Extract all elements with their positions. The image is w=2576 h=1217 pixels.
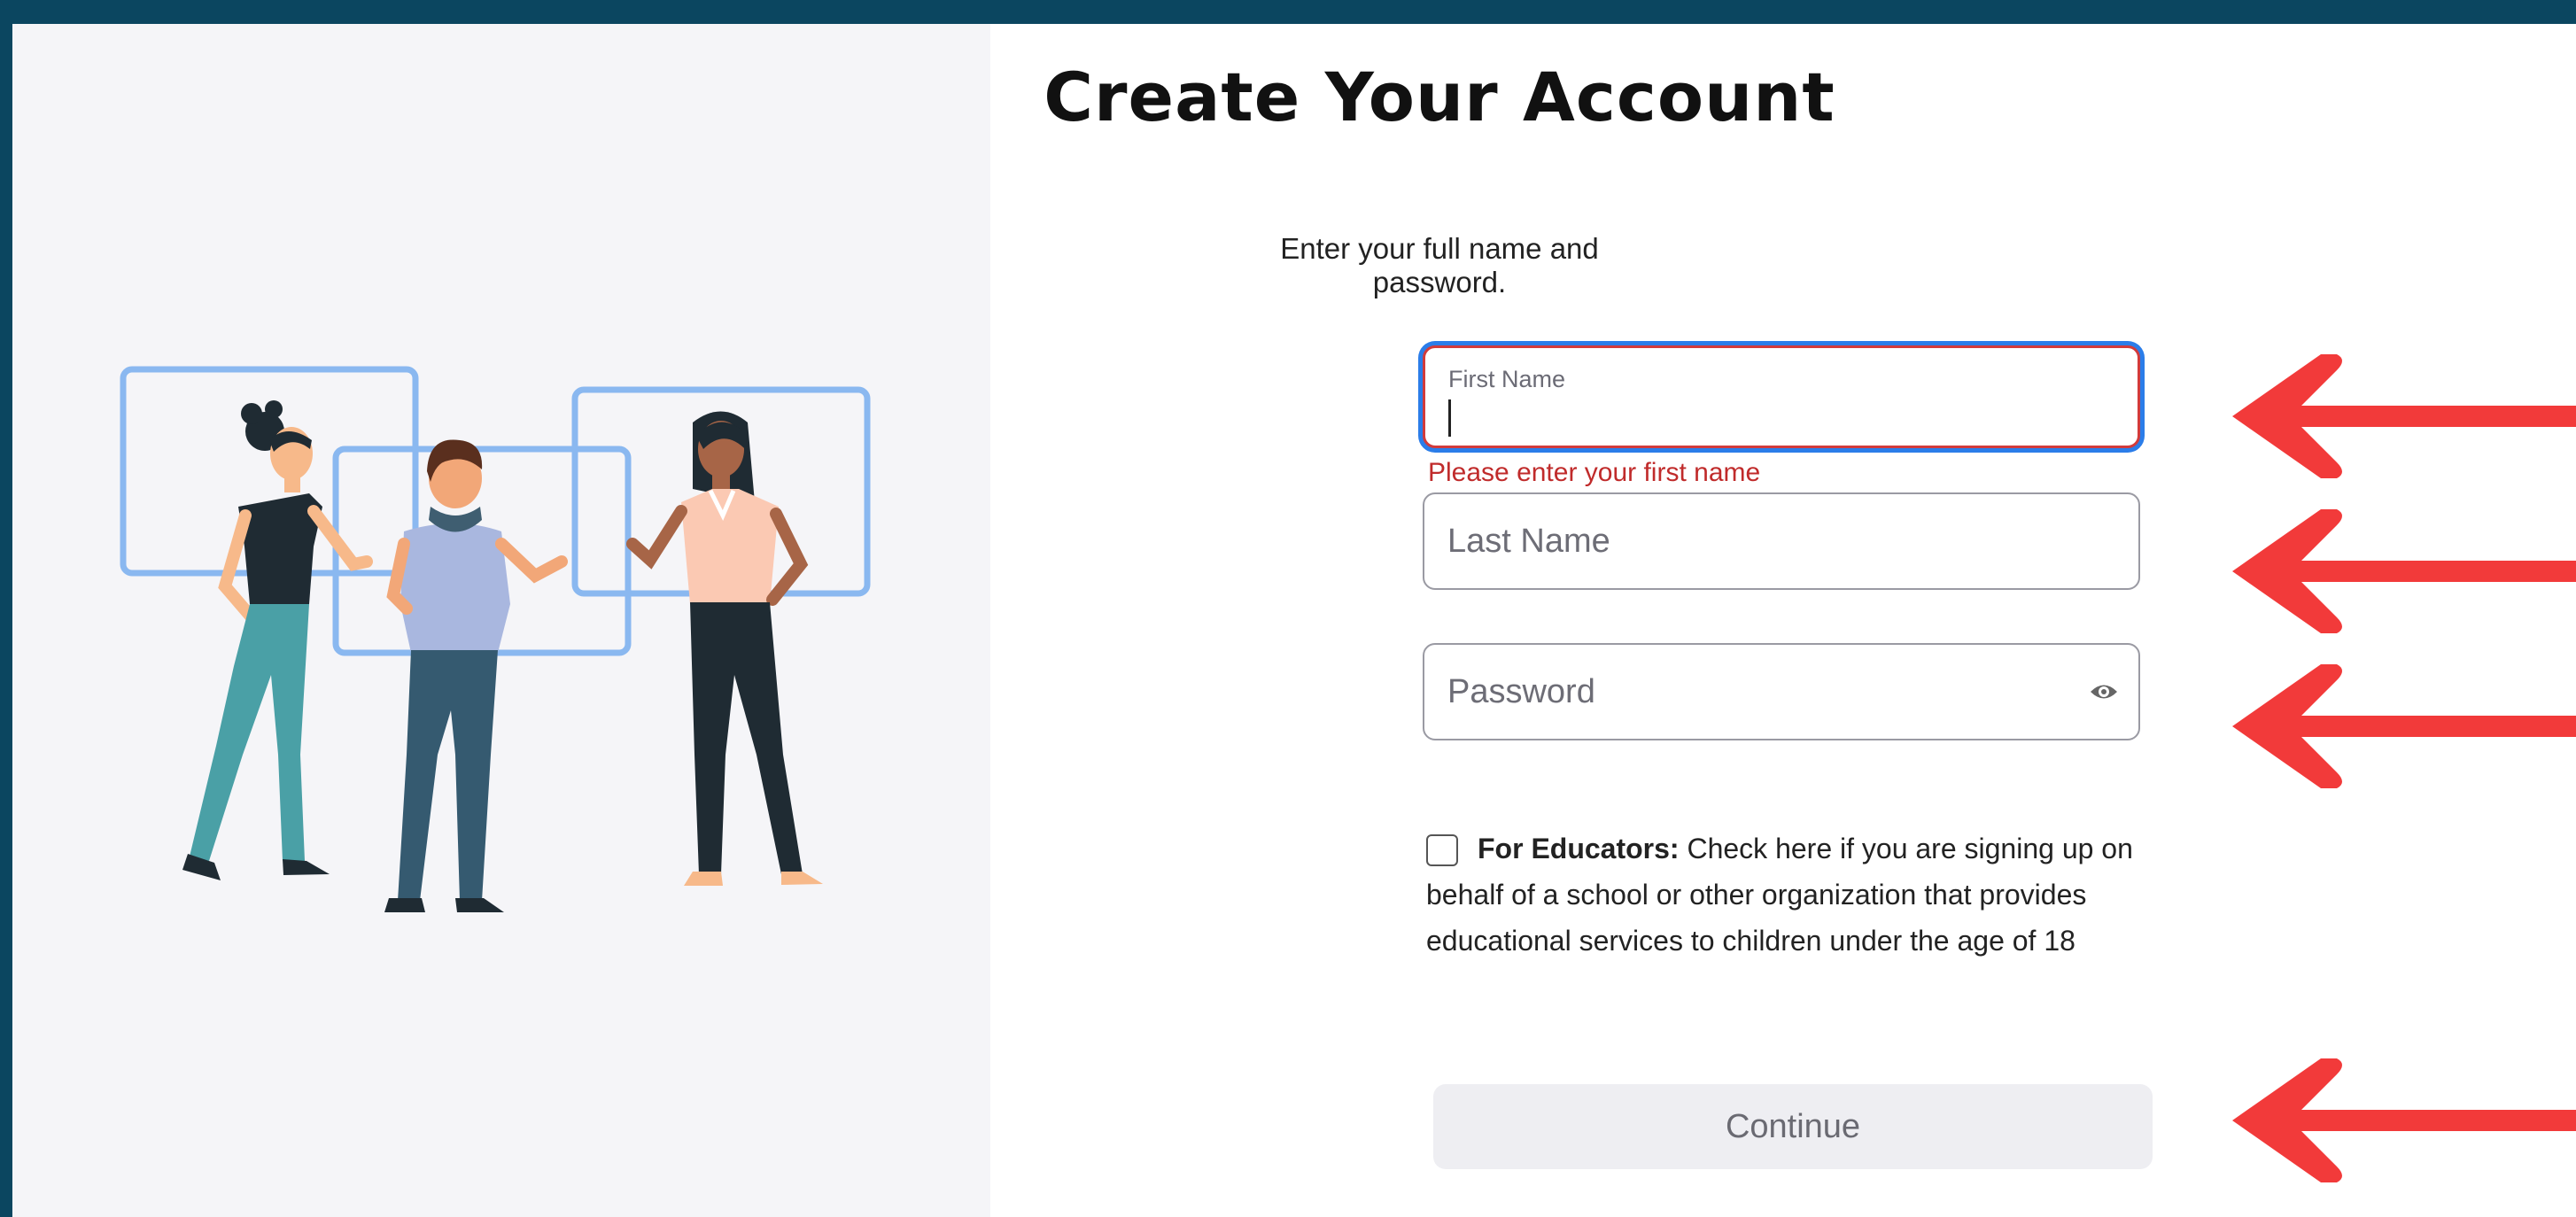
illustration-panel [12, 24, 990, 1217]
signup-page [12, 24, 2576, 1217]
first-name-error: Please enter your first name [1428, 458, 1761, 487]
password-field[interactable]: Password [1423, 643, 2140, 740]
text-caret [1448, 399, 1451, 437]
annotation-arrow [2232, 664, 2576, 788]
educator-label: For Educators: Check here if you are sig… [1426, 826, 2153, 964]
last-name-placeholder: Last Name [1447, 523, 1610, 560]
first-name-label: First Name [1448, 366, 1566, 392]
educator-label-bold: For Educators: [1478, 833, 1680, 864]
continue-button[interactable]: Continue [1433, 1084, 2153, 1169]
eye-icon[interactable] [2089, 678, 2119, 705]
password-placeholder: Password [1447, 673, 1595, 710]
last-name-field[interactable]: Last Name [1423, 492, 2140, 590]
annotation-arrow [2232, 509, 2576, 633]
page-subtitle: Enter your full name and password. [1280, 232, 1599, 298]
first-name-field[interactable]: First Name [1423, 345, 2140, 448]
annotation-arrow [2232, 1058, 2576, 1182]
annotation-arrow [2232, 354, 2576, 478]
page-title: Create Your Account [1044, 58, 1835, 136]
team-illustration [120, 366, 871, 912]
